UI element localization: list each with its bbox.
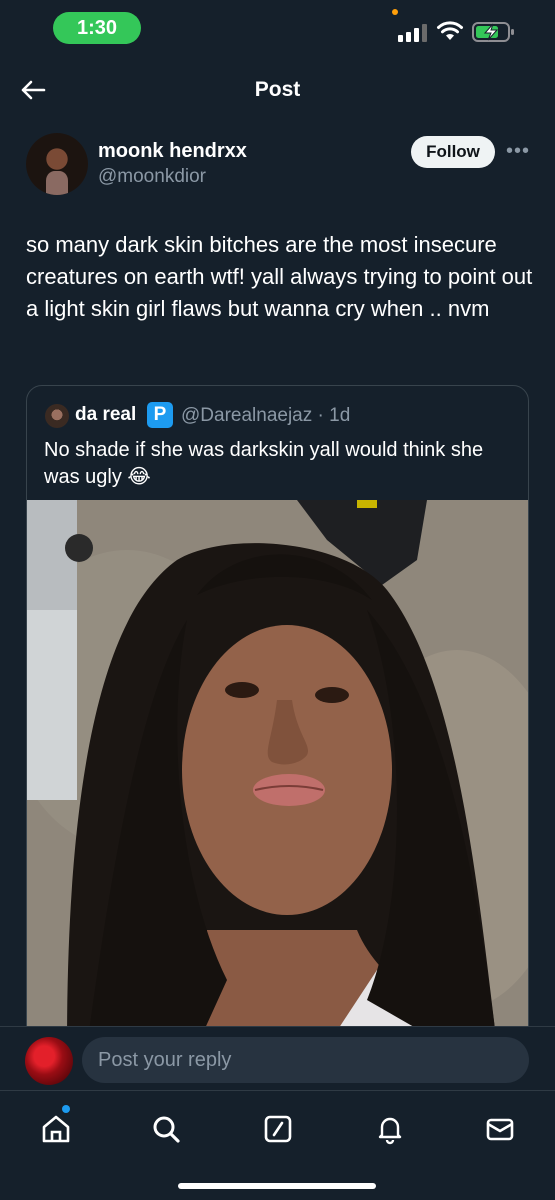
battery-charging-icon xyxy=(472,22,514,42)
quoted-post-image[interactable] xyxy=(27,500,528,1044)
tab-search[interactable] xyxy=(146,1109,186,1149)
selfie-photo xyxy=(27,500,528,1044)
quoted-author-avatar xyxy=(45,404,69,428)
search-icon xyxy=(153,1116,180,1143)
current-user-avatar[interactable] xyxy=(25,1037,73,1085)
tab-messages[interactable] xyxy=(480,1109,520,1149)
home-icon xyxy=(42,1115,70,1143)
quoted-author-display-name: da real xyxy=(75,404,137,425)
author-handle[interactable]: @moonkdior xyxy=(98,166,206,188)
notifications-icon xyxy=(378,1117,402,1145)
author-display-name[interactable]: moonk hendrxx xyxy=(98,140,247,163)
home-notification-dot xyxy=(62,1105,70,1113)
tab-grok[interactable] xyxy=(258,1109,298,1149)
top-nav-bar: Post xyxy=(0,58,555,122)
reply-input[interactable] xyxy=(82,1037,529,1083)
privacy-indicator-dot xyxy=(392,9,398,15)
follow-button[interactable]: Follow xyxy=(411,136,495,168)
quoted-author-handle-time: @Darealnaejaz · 1d xyxy=(181,405,351,426)
cellular-signal-icon xyxy=(398,22,428,42)
grok-icon xyxy=(264,1115,292,1143)
quoted-post-text: No shade if she was darkskin yall would … xyxy=(44,439,484,488)
post-text: so many dark skin bitches are the most i… xyxy=(26,232,533,321)
quoted-post-card[interactable]: da real P @Darealnaejaz · 1d No shade if… xyxy=(26,385,529,1045)
more-options-icon[interactable]: ••• xyxy=(505,138,531,164)
reply-bar xyxy=(0,1026,555,1090)
page-title: Post xyxy=(254,78,301,101)
author-avatar[interactable] xyxy=(26,133,88,195)
wifi-icon xyxy=(437,21,463,40)
messages-icon xyxy=(486,1118,514,1141)
tab-home[interactable] xyxy=(36,1109,76,1149)
tab-notifications[interactable] xyxy=(370,1109,410,1149)
home-indicator xyxy=(178,1183,376,1189)
parking-badge-icon: P xyxy=(147,402,173,428)
status-time: 1:30 xyxy=(53,12,141,44)
status-bar: 1:30 xyxy=(0,0,555,58)
